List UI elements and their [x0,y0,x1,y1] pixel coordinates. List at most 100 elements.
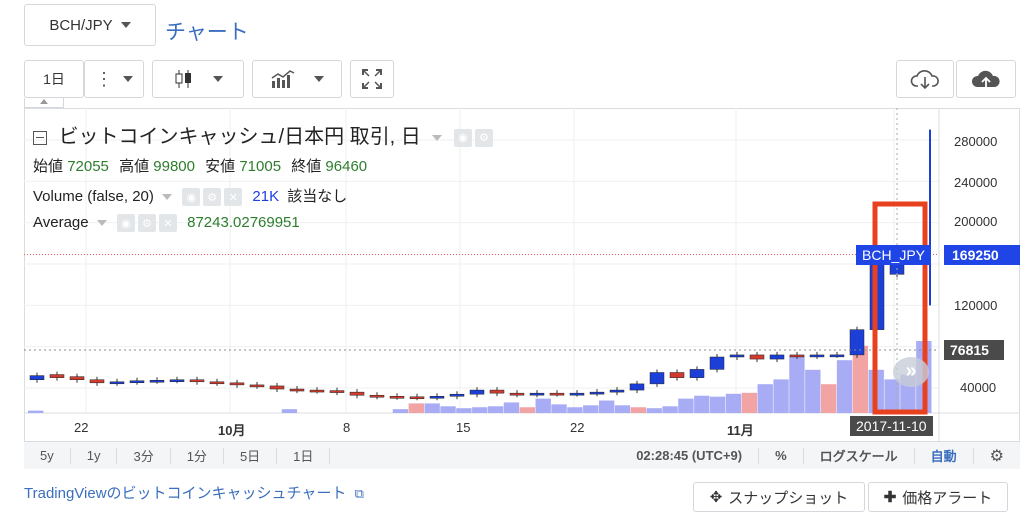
high-label: 高値 [119,158,150,175]
price-alert-button[interactable]: ✚ 価格アラート [868,482,1008,512]
open-label: 始値 [33,158,64,175]
volume-bar-36 [598,400,615,413]
volume-label: Volume (false, 20) [33,188,154,205]
candle-body-13 [289,388,305,392]
volume-bar-42 [694,395,710,413]
volume-bar-27 [456,408,472,413]
price-tick-0: 280000 [954,134,998,149]
gear-icon[interactable]: ⚙ [137,214,156,233]
candle-body-8 [189,379,205,383]
candle-body-3 [89,379,105,384]
volume-bar-23 [392,409,409,413]
candle-body-19 [409,396,425,400]
scroll-to-realtime-button[interactable]: » [893,357,929,387]
candle-body-18 [389,396,405,399]
price-tick-2: 200000 [954,214,998,229]
current-price-label: 169250 [944,245,1020,265]
fullscreen-icon [362,69,382,89]
chevron-down-icon[interactable] [96,220,107,227]
cloud-upload-icon [971,70,1000,87]
volume-bar-32 [535,398,551,413]
chevron-up-icon [40,99,48,104]
legend-title: ビットコインキャッシュ/日本円 取引, 日 [58,126,421,148]
symbol-select-label: BCH/JPY [49,16,113,34]
chevron-down-icon [120,22,131,28]
eye-icon[interactable]: ◉ [116,214,135,233]
range-5d[interactable]: 5日 [224,447,278,464]
percent-toggle[interactable]: % [759,447,804,464]
chart-type-button[interactable] [152,60,244,98]
log-scale-toggle[interactable]: ログスケール [804,447,915,464]
low-label: 安値 [205,158,236,175]
close-icon[interactable]: ✕ [224,188,243,207]
candle-body-7 [169,379,185,382]
eye-icon[interactable]: ◉ [182,188,201,207]
range-1d[interactable]: 1日 [277,447,331,464]
time-display[interactable]: 02:28:45 (UTC+9) [620,447,760,464]
indicators-button[interactable] [252,60,342,98]
crosshair-date-label: 2017-11-10 [850,416,933,436]
save-layout-button[interactable] [956,60,1016,98]
candle-body-31 [649,372,665,385]
symbol-select[interactable]: BCH/JPY [24,4,156,46]
volume-bar-49 [805,369,821,413]
marker-price-label: 76815 [944,340,1004,360]
gear-icon[interactable]: ⚙ [474,128,493,147]
candle-body-14 [309,389,325,393]
collapse-legend-icon[interactable] [33,130,47,145]
average-label: Average [33,214,89,231]
price-tick-4: 120000 [954,298,998,313]
volume-bar-44 [725,393,742,413]
chevron-down-icon [123,76,133,82]
candle-body-22 [469,389,485,395]
average-value: 87243.02769951 [187,214,300,231]
interval-button[interactable]: 1日 [24,60,84,98]
candle-body-36 [749,354,765,360]
volume-bar-35 [583,405,599,413]
gear-icon[interactable]: ⚙ [974,448,1020,465]
candle-body-20 [429,396,445,399]
eye-icon[interactable]: ◉ [453,128,472,147]
interval-dropdown-button[interactable]: ⋮ [84,60,144,98]
volume-bar-29 [487,406,504,413]
gear-icon[interactable]: ⚙ [203,188,222,207]
range-5y[interactable]: 5y [24,447,71,464]
volume-bars [28,341,932,413]
volume-bar-37 [614,405,631,413]
close-icon[interactable]: ✕ [158,214,177,233]
volume-bar-0 [28,410,44,413]
time-tick-2: 8 [343,420,351,435]
legend-title-row: ビットコインキャッシュ/日本円 取引, 日 ◉ ⚙ [33,120,493,149]
snapshot-button[interactable]: ✥ スナップショット [693,482,865,512]
chart-link[interactable]: チャート [165,16,249,46]
high-value: 99800 [153,158,195,175]
fullscreen-button[interactable] [350,60,394,98]
load-layout-button[interactable] [896,60,954,98]
ohlc-row: 始値 72055 高値 99800 安値 71005 終値 96460 [33,155,367,176]
auto-scale-toggle[interactable]: 自動 [915,447,974,464]
candle-body-1 [49,374,65,378]
range-1min[interactable]: 1分 [171,447,224,464]
volume-bar-33 [551,404,567,413]
volume-bar-25 [424,403,440,413]
candle-body-24 [509,392,525,396]
chevron-down-icon[interactable] [162,194,173,201]
range-3min[interactable]: 3分 [117,447,171,464]
volume-bar-43 [709,396,726,413]
candle-body-16 [349,391,365,396]
average-legend-row: Average ◉ ⚙ ✕ 87243.02769951 [33,214,300,233]
external-link-icon: ⧉ [354,486,364,501]
volume-bar-41 [678,398,694,413]
candlestick-icon [175,70,191,88]
chevron-down-icon [314,76,324,82]
candle-body-37 [769,354,785,360]
candle-body-26 [549,392,565,396]
range-1y[interactable]: 1y [71,447,118,464]
attribution-link[interactable]: TradingViewのビットコインキャッシュチャート ⧉ [24,482,364,503]
chevron-down-icon[interactable] [432,134,443,141]
candle-body-27 [569,392,585,396]
collapse-handle[interactable] [24,98,64,108]
volume-bar-51 [836,360,853,413]
close-label: 終値 [291,158,322,175]
candle-body-5 [129,380,145,384]
